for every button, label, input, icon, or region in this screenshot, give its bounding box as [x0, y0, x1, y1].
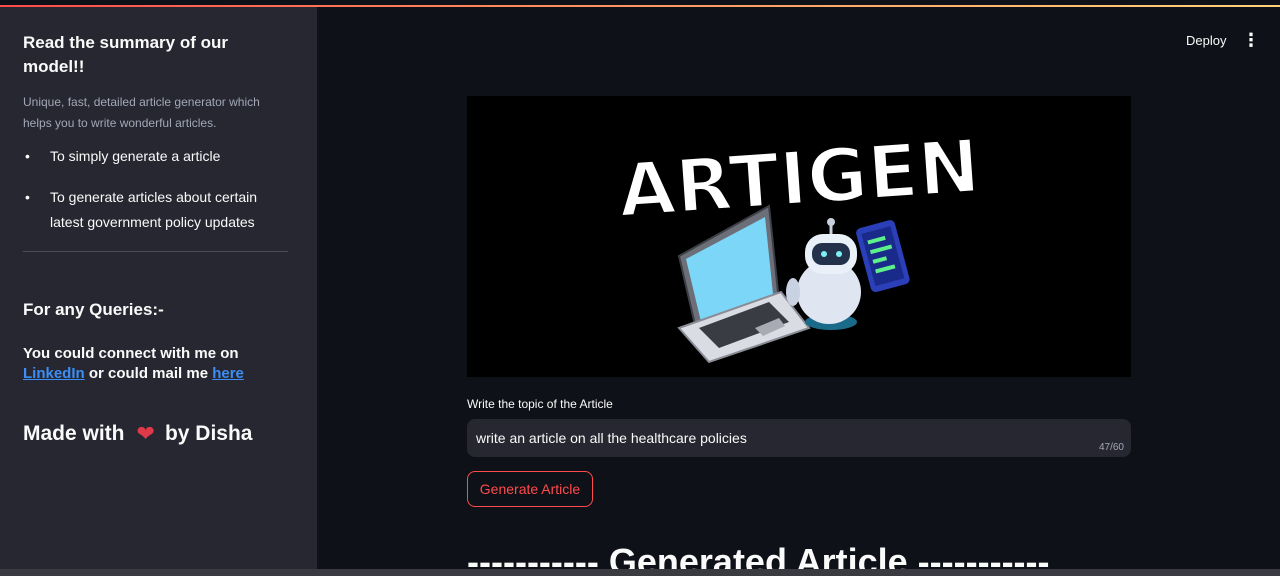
- queries-heading: For any Queries:-: [23, 300, 164, 319]
- linkedin-link[interactable]: LinkedIn: [23, 365, 85, 382]
- contact-prefix: You could connect with me on: [23, 345, 239, 362]
- topic-input-label: Write the topic of the Article: [467, 397, 613, 411]
- top-decoration: [0, 0, 1280, 7]
- generate-article-button[interactable]: Generate Article: [467, 471, 593, 507]
- sidebar-description: Unique, fast, detailed article generator…: [23, 95, 260, 130]
- list-item-text: To simply generate a article: [50, 148, 221, 164]
- feature-list: • To simply generate a article • To genera…: [23, 144, 294, 235]
- bullet-icon: •: [25, 148, 30, 164]
- made-with-author: by Disha: [164, 422, 253, 445]
- contact-text: You could connect with me on LinkedIn or…: [23, 344, 288, 384]
- deploy-button[interactable]: Deploy: [1176, 30, 1236, 52]
- artigen-illustration: ARTIGEN: [614, 122, 984, 364]
- list-item: • To generate articles about certain late…: [23, 185, 288, 235]
- list-item-text: To generate articles about certain lates…: [50, 189, 258, 230]
- tablet-icon: [856, 220, 910, 292]
- heart-icon: ❤: [136, 421, 155, 446]
- char-counter: 47/60: [1098, 442, 1124, 453]
- made-with-text: Made with ❤ by Disha: [23, 420, 294, 448]
- made-with-prefix: Made with: [23, 422, 125, 445]
- topic-input[interactable]: write an article on all the healthcare p…: [467, 419, 1131, 457]
- mail-link[interactable]: here: [212, 365, 244, 382]
- logo-text: ARTIGEN: [616, 123, 983, 234]
- sidebar-title: Read the summary of our model!!: [23, 33, 228, 76]
- contact-middle: or could mail me: [88, 365, 209, 382]
- more-menu-icon[interactable]: ⋮: [1242, 28, 1260, 52]
- sidebar: Read the summary of our model!! Unique, …: [0, 7, 317, 576]
- topic-input-value[interactable]: write an article on all the healthcare p…: [476, 429, 747, 447]
- artigen-banner-image: ARTIGEN: [467, 96, 1131, 377]
- divider: [23, 251, 288, 252]
- list-item: • To simply generate a article: [23, 144, 288, 169]
- horizontal-scrollbar[interactable]: [0, 569, 1280, 576]
- bullet-icon: •: [25, 189, 30, 205]
